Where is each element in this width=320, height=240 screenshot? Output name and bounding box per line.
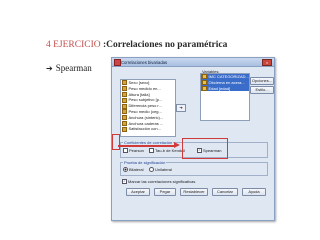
highlight-box-left [112, 134, 120, 150]
highlight-box-spearman [182, 138, 228, 159]
variable-icon [202, 86, 207, 92]
heading-text: :Correlaciones no paramétrica [103, 40, 228, 50]
source-variable-list[interactable]: Sexo [sexo] Peso medido en... Altura [ta… [120, 79, 176, 137]
variable-icon [122, 97, 127, 103]
dialog-title: Correlaciones bivariadas [121, 59, 168, 65]
source-var-item[interactable]: Satisfacción con... [121, 126, 175, 132]
bullet-text: Spearman [55, 63, 92, 73]
paste-button[interactable]: Pegar [154, 188, 176, 196]
variable-icon [122, 109, 127, 115]
variable-icon [122, 126, 127, 132]
selected-variable-list[interactable]: IMC CATEGORIZAD... Obcierna en acera... … [200, 73, 250, 121]
style-button[interactable]: Estilo... [250, 86, 274, 94]
reset-button[interactable]: Restablecer [180, 188, 208, 196]
close-button[interactable]: × [262, 59, 272, 66]
two-tailed-radio[interactable] [123, 167, 128, 173]
dialog-titlebar[interactable]: Correlaciones bivariadas × [112, 58, 274, 67]
cancel-button[interactable]: Cancelar [212, 188, 238, 196]
pearson-checkbox[interactable] [123, 148, 128, 154]
bullet-spearman: ➔ Spearman [46, 63, 92, 73]
move-variable-button[interactable]: ➔ [176, 104, 186, 112]
kendall-option[interactable]: Tau-b de Kendall [149, 148, 185, 154]
help-button[interactable]: Ayuda [242, 188, 266, 196]
variable-icon [122, 80, 127, 86]
flag-significant-option[interactable]: ✓ Marcar las correlaciones significativas [122, 179, 195, 185]
callout-arrow-icon [174, 142, 180, 148]
variable-icon [122, 121, 127, 127]
variable-icon [122, 86, 127, 92]
arrow-bullet-icon: ➔ [46, 64, 53, 73]
pearson-option[interactable]: Pearson [123, 148, 144, 154]
ok-button[interactable]: Aceptar [126, 188, 150, 196]
one-tailed-option[interactable]: Unilateral [149, 167, 172, 173]
selected-var-item[interactable]: Edad [edad] [201, 85, 249, 92]
kendall-checkbox[interactable] [149, 148, 154, 154]
variable-icon [122, 115, 127, 121]
heading-number: 4 EJERCICIO [46, 40, 101, 50]
variable-icon [122, 103, 127, 109]
options-button[interactable]: Opciones... [250, 77, 274, 85]
two-tailed-option[interactable]: Bilateral [123, 167, 143, 173]
significance-test-group: Prueba de significación Bilateral Unilat… [120, 160, 268, 176]
app-icon [114, 59, 121, 66]
callout-arrow-shaft [118, 145, 176, 147]
slide-heading: 4 EJERCICIO :Correlaciones no paramétric… [46, 40, 227, 50]
variable-icon [202, 80, 207, 86]
variable-icon [202, 74, 207, 80]
flag-significant-checkbox[interactable]: ✓ [122, 179, 127, 185]
one-tailed-radio[interactable] [149, 167, 154, 173]
variable-icon [122, 92, 127, 98]
significance-legend: Prueba de significación [123, 160, 167, 165]
